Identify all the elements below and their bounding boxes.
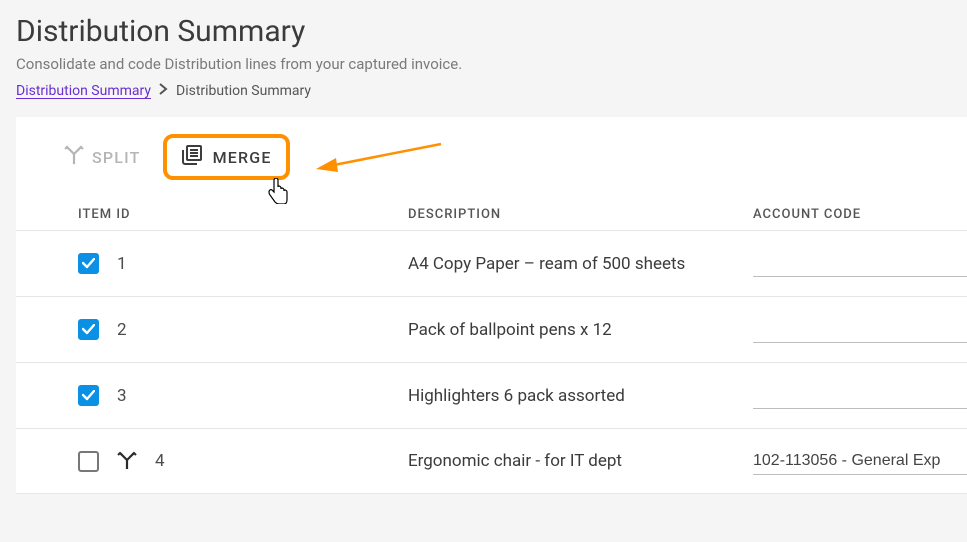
breadcrumb-current: Distribution Summary bbox=[176, 83, 311, 99]
merge-label: MERGE bbox=[213, 148, 272, 167]
breadcrumb-link[interactable]: Distribution Summary bbox=[16, 83, 151, 99]
description-value: A4 Copy Paper – ream of 500 sheets bbox=[408, 254, 753, 274]
col-account-code: ACCOUNT CODE bbox=[753, 207, 967, 222]
merge-callout-frame: MERGE bbox=[163, 134, 290, 180]
split-icon bbox=[64, 145, 84, 169]
description-value: Ergonomic chair - for IT dept bbox=[408, 451, 753, 471]
item-id-value: 1 bbox=[117, 254, 127, 274]
merge-icon bbox=[181, 144, 203, 170]
account-code-input[interactable] bbox=[753, 382, 967, 409]
table-row: 1 A4 Copy Paper – ream of 500 sheets bbox=[16, 230, 967, 296]
row-checkbox[interactable] bbox=[78, 319, 99, 340]
row-checkbox[interactable] bbox=[78, 253, 99, 274]
item-id-value: 3 bbox=[117, 386, 127, 406]
account-code-input[interactable] bbox=[753, 448, 967, 475]
table-row: 2 Pack of ballpoint pens x 12 bbox=[16, 296, 967, 362]
split-button[interactable]: SPLIT bbox=[64, 145, 141, 169]
page-title: Distribution Summary bbox=[16, 14, 951, 49]
col-item-id: ITEM ID bbox=[16, 207, 408, 222]
row-checkbox[interactable] bbox=[78, 385, 99, 406]
item-id-value: 2 bbox=[117, 320, 127, 340]
account-code-input[interactable] bbox=[753, 250, 967, 277]
page-subtitle: Consolidate and code Distribution lines … bbox=[16, 55, 951, 73]
table-row: 4 Ergonomic chair - for IT dept bbox=[16, 428, 967, 494]
chevron-right-icon bbox=[159, 83, 168, 99]
split-indicator-icon bbox=[117, 451, 137, 471]
breadcrumb: Distribution Summary Distribution Summar… bbox=[16, 83, 951, 99]
table-row: 3 Highlighters 6 pack assorted bbox=[16, 362, 967, 428]
account-code-input[interactable] bbox=[753, 316, 967, 343]
distribution-table: ITEM ID DESCRIPTION ACCOUNT CODE 1 A4 Cop… bbox=[16, 185, 967, 494]
split-label: SPLIT bbox=[92, 148, 141, 167]
description-value: Pack of ballpoint pens x 12 bbox=[408, 320, 753, 340]
item-id-value: 4 bbox=[155, 451, 165, 471]
description-value: Highlighters 6 pack assorted bbox=[408, 386, 753, 406]
merge-button[interactable]: MERGE bbox=[181, 144, 272, 170]
col-description: DESCRIPTION bbox=[408, 207, 753, 222]
row-checkbox[interactable] bbox=[78, 451, 99, 472]
